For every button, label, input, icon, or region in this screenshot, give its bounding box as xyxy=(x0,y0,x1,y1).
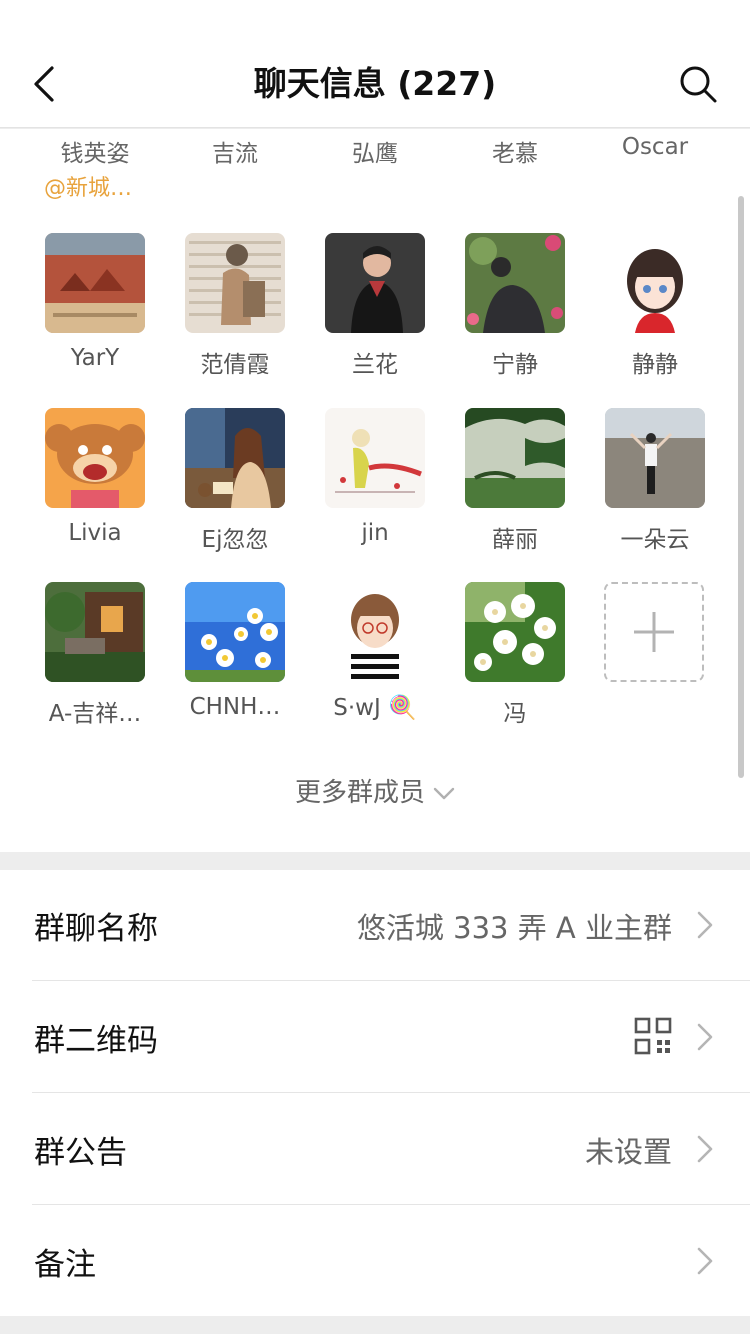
member-item[interactable]: 静静 xyxy=(585,233,725,383)
member-name: 兰花 xyxy=(352,352,398,378)
member-item[interactable]: Ej忽忽 xyxy=(165,408,305,558)
avatar xyxy=(465,582,565,682)
member-item[interactable]: 范倩霞 xyxy=(165,233,305,383)
row-label: 群二维码 xyxy=(34,1023,158,1059)
member-item[interactable]: 宁静 xyxy=(445,233,585,383)
member-name: A-吉祥… xyxy=(48,701,142,727)
avatar xyxy=(185,582,285,682)
chevron-right-icon xyxy=(697,1247,713,1275)
row-label: 群公告 xyxy=(34,1135,127,1171)
settings-list: 群聊名称 悠活城 333 弄 A 业主群 群二维码 群公告 未设置 备注 xyxy=(0,870,750,1316)
divider xyxy=(32,980,750,981)
member-name[interactable]: 吉流 xyxy=(165,134,305,168)
member-item[interactable]: 薛丽 xyxy=(445,408,585,558)
search-icon xyxy=(680,66,717,103)
mention-tag: @新城… xyxy=(44,176,133,201)
chevron-right-icon xyxy=(697,911,713,939)
avatar xyxy=(185,408,285,508)
partial-members-row: 钱英姿 吉流 弘鹰 老慕 Oscar @新城… xyxy=(0,130,750,201)
page-title: 聊天信息 (227) xyxy=(253,64,497,103)
member-name: 静静 xyxy=(632,352,678,378)
add-member-button[interactable] xyxy=(604,582,704,682)
member-item[interactable]: 冯 xyxy=(445,582,585,732)
member-name[interactable]: 老慕 xyxy=(445,134,585,168)
avatar xyxy=(325,233,425,333)
member-item[interactable]: A-吉祥… xyxy=(25,582,165,732)
group-qrcode-row[interactable]: 群二维码 xyxy=(0,982,750,1093)
member-item[interactable]: Livia xyxy=(25,408,165,558)
group-notice-row[interactable]: 群公告 未设置 xyxy=(0,1094,750,1205)
member-item[interactable]: 一朵云 xyxy=(585,408,725,558)
chevron-right-icon xyxy=(697,1023,713,1051)
avatar xyxy=(605,233,705,333)
header-bar: 聊天信息 (227) xyxy=(0,0,750,128)
search-button[interactable] xyxy=(676,62,720,106)
member-name: CHNH… xyxy=(189,694,281,720)
row-label: 备注 xyxy=(34,1247,96,1283)
member-name: jin xyxy=(361,520,389,546)
avatar xyxy=(605,408,705,508)
chevron-right-icon xyxy=(697,1135,713,1163)
member-name: Ej忽忽 xyxy=(201,527,269,553)
member-name[interactable]: Oscar xyxy=(585,134,725,160)
member-name: 冯 xyxy=(503,701,527,727)
member-name: S·wJ 🍭 xyxy=(333,695,417,721)
qr-code-icon xyxy=(634,1017,672,1055)
avatar xyxy=(325,582,425,682)
row-value: 悠活城 333 弄 A 业主群 xyxy=(356,911,672,945)
member-name[interactable]: 钱英姿 xyxy=(25,134,165,168)
member-name: Livia xyxy=(68,520,122,546)
member-name: 一朵云 xyxy=(620,527,690,553)
plus-icon xyxy=(634,612,674,652)
member-name: YarY xyxy=(70,345,120,371)
avatar xyxy=(465,408,565,508)
divider xyxy=(32,1204,750,1205)
avatar xyxy=(45,582,145,682)
row-value: 未设置 xyxy=(584,1135,672,1169)
avatar xyxy=(45,233,145,333)
more-members-label: 更多群成员 xyxy=(294,778,425,808)
row-label: 群聊名称 xyxy=(34,911,158,947)
scrollbar[interactable] xyxy=(738,196,744,778)
avatar xyxy=(185,233,285,333)
member-item[interactable]: 兰花 xyxy=(305,233,445,383)
avatar xyxy=(45,408,145,508)
member-item[interactable]: CHNH… xyxy=(165,582,305,732)
member-item[interactable]: YarY xyxy=(25,233,165,383)
more-members-button[interactable]: 更多群成员 xyxy=(0,772,750,809)
member-name: 薛丽 xyxy=(492,527,538,553)
chevron-down-icon xyxy=(433,787,455,799)
member-name: 范倩霞 xyxy=(200,352,270,378)
avatar xyxy=(465,233,565,333)
remark-row[interactable]: 备注 xyxy=(0,1206,750,1317)
member-item[interactable]: S·wJ 🍭 xyxy=(305,582,445,732)
group-name-row[interactable]: 群聊名称 悠活城 333 弄 A 业主群 xyxy=(0,870,750,981)
avatar xyxy=(325,408,425,508)
member-item[interactable]: jin xyxy=(305,408,445,558)
member-name[interactable]: 弘鹰 xyxy=(305,134,445,168)
member-name: 宁静 xyxy=(492,352,538,378)
divider xyxy=(32,1092,750,1093)
